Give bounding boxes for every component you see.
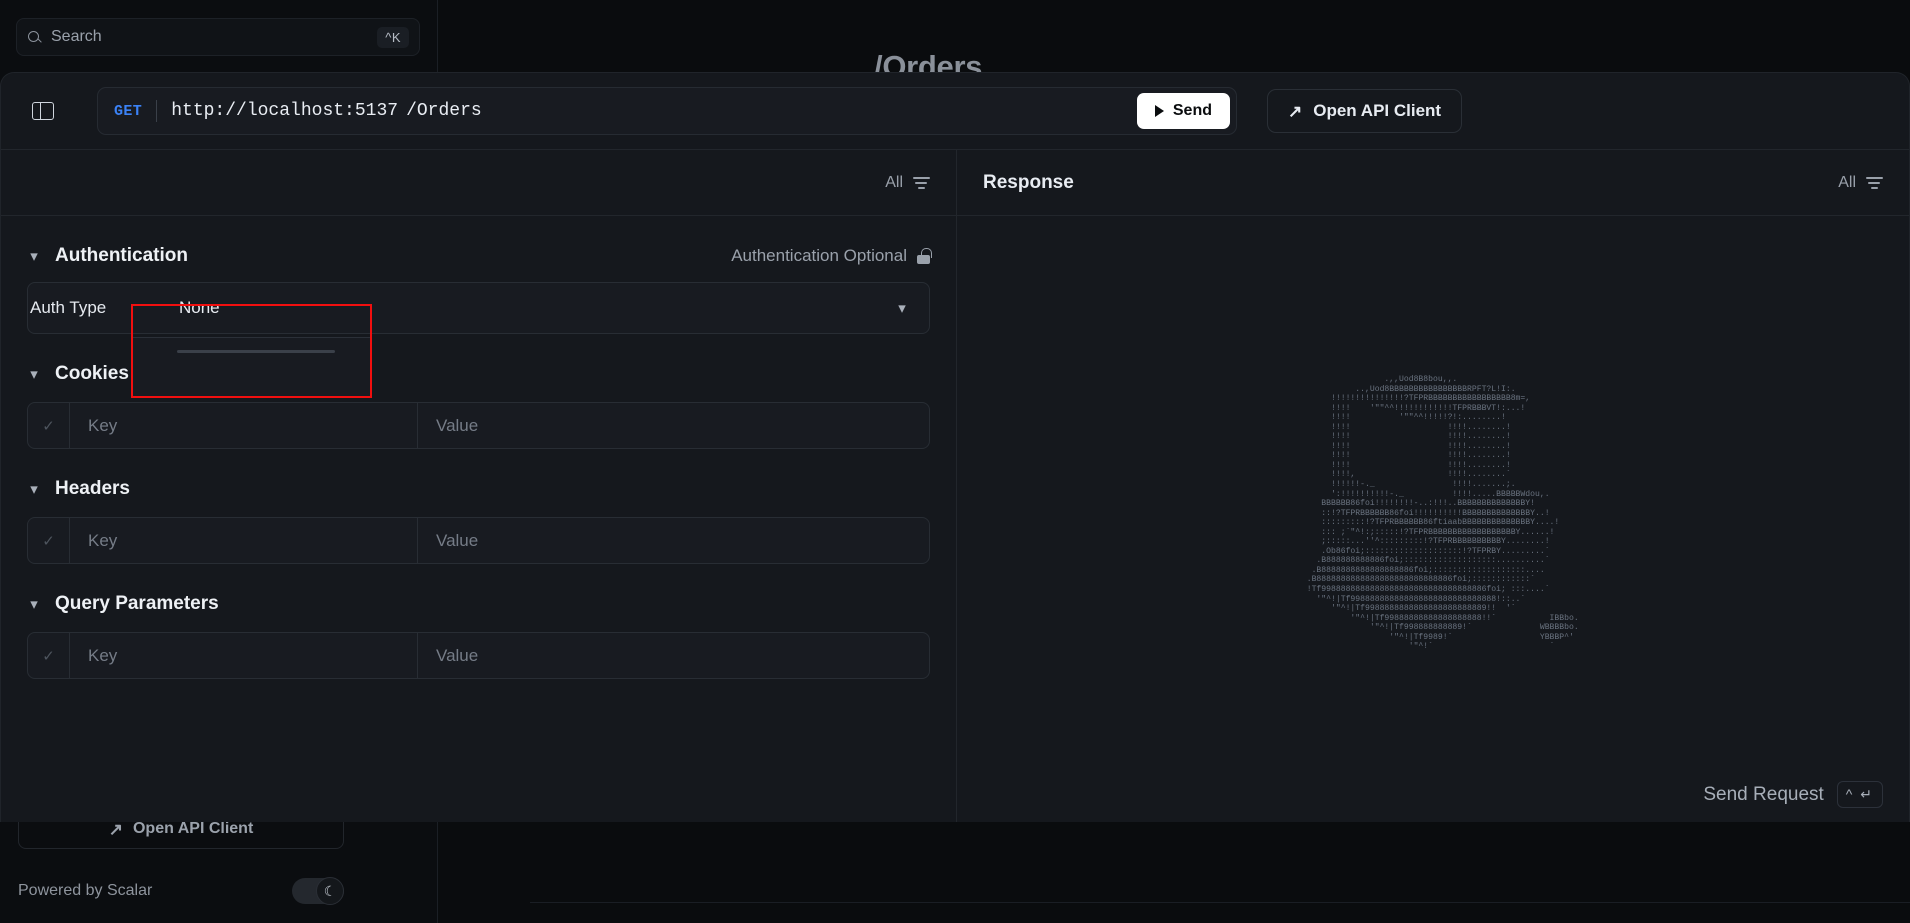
lock-icon (917, 248, 930, 264)
request-panel-header: All (1, 150, 956, 216)
powered-by-label: Powered by Scalar (18, 882, 152, 900)
cookie-key-input[interactable]: Key (70, 403, 418, 448)
chevron-down-icon: ▾ (27, 595, 41, 613)
response-panel-header: Response All (957, 150, 1909, 216)
response-filter-button[interactable]: All (1838, 174, 1883, 192)
open-api-client-button[interactable]: ↗ Open API Client (1267, 89, 1462, 133)
query-key-input[interactable]: Key (70, 633, 418, 678)
table-row: ✓ Key Value (27, 517, 930, 564)
send-request-button[interactable]: Send Request ^ ↵ (1703, 781, 1883, 808)
address-bar-row: GET http://localhost:5137/Orders Send ↗ … (1, 73, 1909, 150)
url-text: http://localhost:5137/Orders (157, 101, 1137, 121)
app-root: Search ^K ↗ Open API Client Powered by S… (0, 0, 1910, 923)
theme-toggle[interactable]: ☾ (292, 878, 344, 904)
chevron-down-icon: ▾ (27, 365, 41, 383)
moon-icon: ☾ (316, 877, 344, 905)
header-value-input[interactable]: Value (418, 518, 929, 563)
url-path: /Orders (398, 101, 482, 121)
search-icon (27, 30, 42, 45)
query-parameters-section-header: ▾ Query Parameters (27, 582, 930, 626)
modal-body: All ▾ Authentication Authentication Opti… (1, 150, 1909, 822)
arrow-up-right-icon: ↗ (109, 821, 123, 838)
check-icon[interactable]: ✓ (28, 403, 70, 448)
authentication-title: Authentication (55, 245, 188, 267)
search-placeholder: Search (51, 28, 368, 46)
authentication-section-header: ▾ Authentication Authentication Optional (27, 234, 930, 278)
filter-icon (1866, 177, 1883, 189)
filter-icon (913, 177, 930, 189)
request-sections: ▾ Authentication Authentication Optional… (1, 216, 956, 822)
arrow-up-right-icon: ↗ (1288, 103, 1302, 120)
powered-by-row: Powered by Scalar ☾ (18, 873, 344, 909)
response-ascii-art: .,,Uod8B8bou,,. ..,Uod8BBBBBBBBBBBBBBBBR… (1287, 375, 1578, 652)
sidebar-panel-icon[interactable] (23, 91, 63, 131)
send-button[interactable]: Send (1137, 93, 1230, 129)
headers-collapse-toggle[interactable]: ▾ Headers (27, 478, 130, 500)
request-panel: All ▾ Authentication Authentication Opti… (1, 150, 957, 822)
chevron-down-icon: ▾ (895, 299, 909, 317)
check-icon[interactable]: ✓ (28, 633, 70, 678)
auth-type-dropdown-panel[interactable] (132, 337, 371, 397)
chevron-down-icon: ▾ (27, 247, 41, 265)
cookies-title: Cookies (55, 363, 129, 385)
query-parameters-title: Query Parameters (55, 593, 219, 615)
request-filter-label: All (885, 174, 903, 192)
table-row: ✓ Key Value (27, 632, 930, 679)
send-request-label: Send Request (1703, 784, 1823, 806)
send-request-shortcut-badge: ^ ↵ (1837, 781, 1883, 808)
query-parameters-collapse-toggle[interactable]: ▾ Query Parameters (27, 593, 219, 615)
auth-type-row: Auth Type None ▾ (27, 282, 930, 334)
query-value-input[interactable]: Value (418, 633, 929, 678)
background-divider (530, 902, 1910, 903)
headers-title: Headers (55, 478, 130, 500)
url-input[interactable]: GET http://localhost:5137/Orders Send (97, 87, 1237, 135)
search-shortcut-badge: ^K (377, 27, 409, 48)
authentication-status: Authentication Optional (731, 246, 930, 266)
url-host: http://localhost:5137 (171, 101, 398, 121)
http-method-label: GET (114, 103, 156, 120)
check-icon[interactable]: ✓ (28, 518, 70, 563)
request-filter-button[interactable]: All (885, 174, 930, 192)
header-key-input[interactable]: Key (70, 518, 418, 563)
api-client-modal: ✕ GET http://localhost:5137/Orders Send … (0, 72, 1910, 822)
cookie-value-input[interactable]: Value (418, 403, 929, 448)
authentication-collapse-toggle[interactable]: ▾ Authentication (27, 245, 188, 267)
headers-section-header: ▾ Headers (27, 467, 930, 511)
auth-type-value: None (179, 298, 220, 318)
table-row: ✓ Key Value (27, 402, 930, 449)
response-body: .,,Uod8B8bou,,. ..,Uod8BBBBBBBBBBBBBBBBR… (957, 216, 1909, 822)
cookies-collapse-toggle[interactable]: ▾ Cookies (27, 363, 129, 385)
response-filter-label: All (1838, 174, 1856, 192)
response-panel: Response All .,,Uod8B8bou,,. ..,Uod8BBBB… (957, 150, 1909, 822)
authentication-status-label: Authentication Optional (731, 246, 907, 266)
search-input[interactable]: Search ^K (16, 18, 420, 56)
play-icon (1155, 105, 1164, 117)
auth-type-select[interactable]: None ▾ (159, 283, 929, 333)
background-open-api-client-label: Open API Client (133, 820, 253, 838)
response-panel-title: Response (983, 172, 1074, 194)
open-api-client-label: Open API Client (1313, 101, 1441, 121)
dropdown-item-placeholder (177, 350, 335, 353)
auth-type-label: Auth Type (28, 283, 159, 333)
send-button-label: Send (1173, 102, 1212, 120)
chevron-down-icon: ▾ (27, 480, 41, 498)
